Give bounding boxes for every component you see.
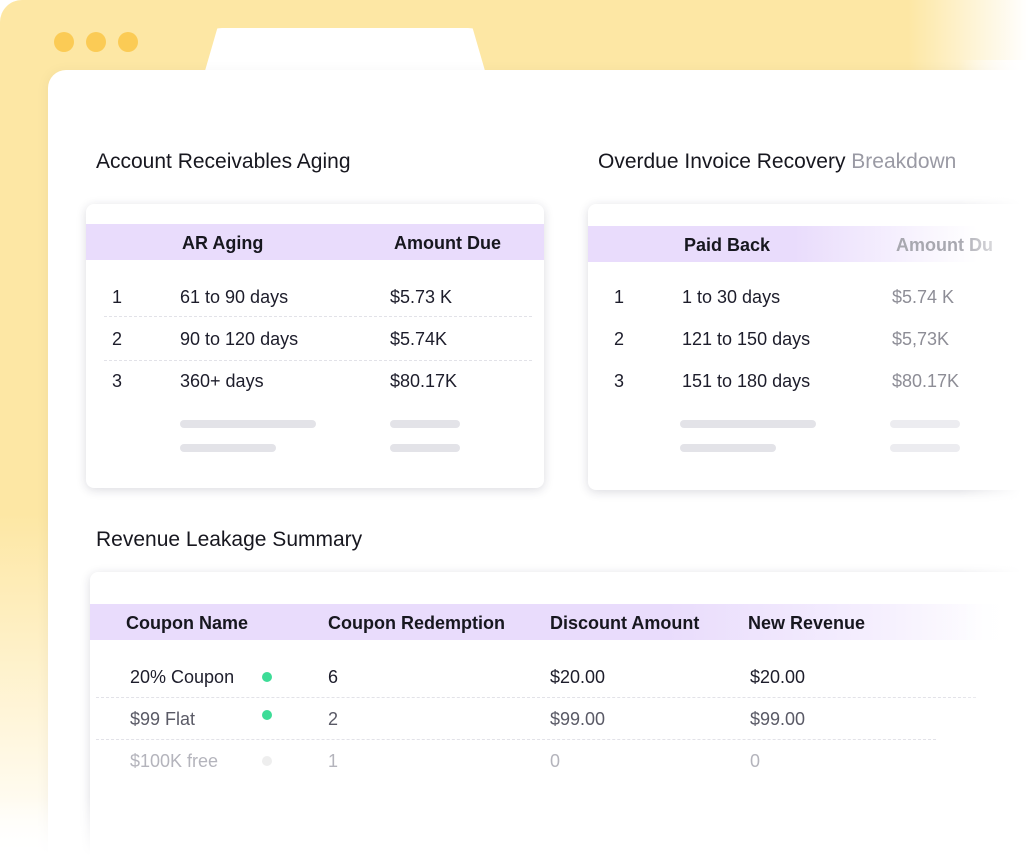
row-index: 1: [614, 287, 625, 307]
ar-aging-title: Account Receivables Aging: [96, 150, 351, 173]
new-revenue: 0: [750, 751, 761, 771]
leakage-card: Coupon Name Coupon Redemption Discount A…: [90, 572, 1028, 856]
table-row[interactable]: $99 Flat 2 $99.00 $99.00: [90, 698, 1028, 740]
table-row[interactable]: 2 121 to 150 days $5,73K: [588, 318, 1028, 360]
row-index: 3: [112, 371, 123, 391]
row-index: 2: [112, 329, 123, 349]
recovery-title-faded: Breakdown: [851, 150, 957, 173]
amount-due: $80.17K: [390, 371, 458, 391]
recovery-table-header: Paid Back Amount Du: [588, 226, 1028, 262]
column-header-amount-due[interactable]: Amount Due: [394, 233, 501, 254]
new-revenue: $20.00: [750, 667, 806, 687]
paid-back-range: 151 to 180 days: [682, 371, 811, 391]
recovery-title: Overdue Invoice Recovery Breakdown: [598, 150, 956, 174]
column-header-coupon-name[interactable]: Coupon Name: [126, 613, 248, 634]
active-status-icon: [262, 710, 272, 720]
skeleton-line: [390, 444, 460, 452]
paid-back-range: 121 to 150 days: [682, 329, 811, 349]
aging-range: 61 to 90 days: [180, 287, 289, 307]
skeleton-line: [180, 420, 316, 428]
coupon-redemption: 2: [328, 709, 339, 729]
coupon-redemption: 6: [328, 667, 339, 687]
column-header-paid-back[interactable]: Paid Back: [684, 235, 770, 256]
amount-due: $5,73K: [892, 329, 950, 349]
skeleton-line: [680, 420, 816, 428]
discount-amount: $99.00: [550, 709, 606, 729]
active-status-icon: [262, 672, 272, 682]
table-row[interactable]: 1 61 to 90 days $5.73 K: [86, 276, 544, 318]
row-index: 3: [614, 371, 625, 391]
inactive-status-icon: [262, 756, 272, 766]
window-dot-icon[interactable]: [54, 32, 74, 52]
paid-back-range: 1 to 30 days: [682, 287, 781, 307]
coupon-redemption: 1: [328, 751, 339, 771]
new-revenue: $99.00: [750, 709, 806, 729]
ar-aging-table-header: AR Aging Amount Due: [86, 224, 544, 260]
row-index: 1: [112, 287, 123, 307]
discount-amount: $20.00: [550, 667, 606, 687]
column-header-amount-due[interactable]: Amount Du: [896, 235, 993, 256]
table-row[interactable]: 2 90 to 120 days $5.74K: [86, 318, 544, 360]
aging-range: 90 to 120 days: [180, 329, 299, 349]
skeleton-line: [390, 420, 460, 428]
coupon-name: $99 Flat: [130, 709, 196, 729]
recovery-card: Paid Back Amount Du 1 1 to 30 days $5.74…: [588, 204, 1028, 490]
recovery-title-main: Overdue Invoice Recovery: [598, 150, 846, 173]
coupon-name: 20% Coupon: [130, 667, 235, 687]
column-header-discount-amount[interactable]: Discount Amount: [550, 613, 699, 634]
amount-due: $80.17K: [892, 371, 960, 391]
column-header-coupon-redemption[interactable]: Coupon Redemption: [328, 613, 505, 634]
leakage-table-header: Coupon Name Coupon Redemption Discount A…: [90, 604, 1028, 640]
table-row[interactable]: 3 360+ days $80.17K: [86, 360, 544, 402]
table-row[interactable]: 20% Coupon 6 $20.00 $20.00: [90, 656, 1028, 698]
window-controls: [54, 32, 138, 52]
skeleton-line: [180, 444, 276, 452]
column-header-new-revenue[interactable]: New Revenue: [748, 613, 865, 634]
row-divider: [104, 316, 532, 317]
skeleton-line: [680, 444, 776, 452]
amount-due: $5.74 K: [892, 287, 955, 307]
discount-amount: 0: [550, 751, 561, 771]
aging-range: 360+ days: [180, 371, 264, 391]
table-row[interactable]: 3 151 to 180 days $80.17K: [588, 360, 1028, 402]
window-dot-icon[interactable]: [118, 32, 138, 52]
coupon-name: $100K free: [130, 751, 219, 771]
row-index: 2: [614, 329, 625, 349]
ar-aging-card: AR Aging Amount Due 1 61 to 90 days $5.7…: [86, 204, 544, 488]
table-row[interactable]: 1 1 to 30 days $5.74 K: [588, 276, 1028, 318]
skeleton-line: [890, 444, 960, 452]
table-row[interactable]: $100K free 1 0 0: [90, 740, 1028, 782]
amount-due: $5.73 K: [390, 287, 453, 307]
window-dot-icon[interactable]: [86, 32, 106, 52]
column-header-ar-aging[interactable]: AR Aging: [182, 233, 263, 254]
leakage-title: Revenue Leakage Summary: [96, 528, 363, 551]
amount-due: $5.74K: [390, 329, 448, 349]
skeleton-line: [890, 420, 960, 428]
